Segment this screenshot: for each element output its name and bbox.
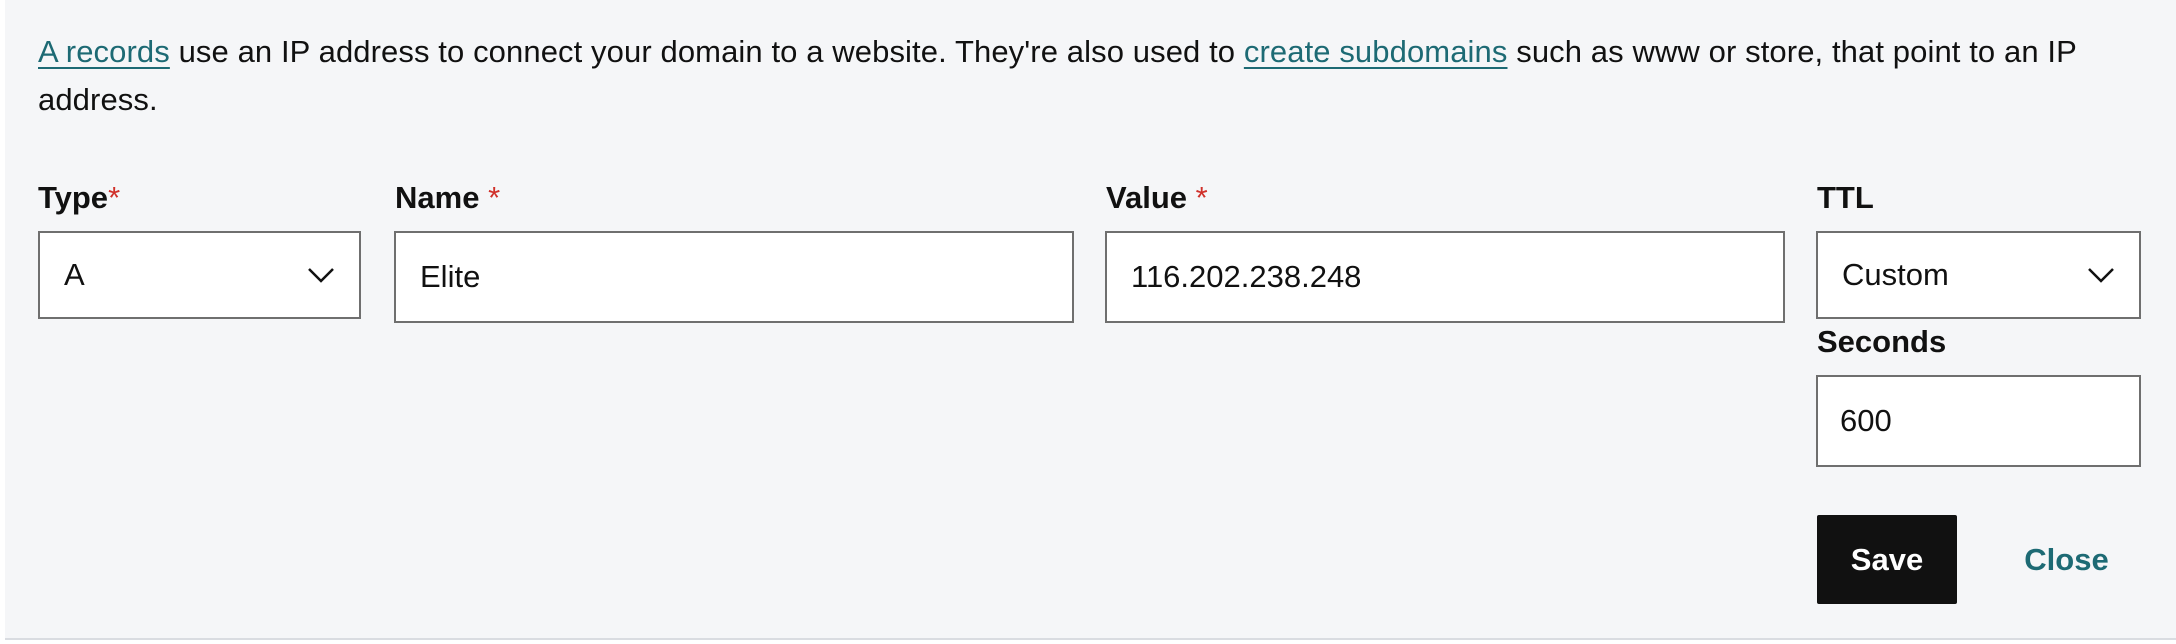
value-label: Value * (1106, 178, 1208, 218)
name-label-text: Name (395, 180, 480, 215)
seconds-input[interactable]: 600 (1816, 375, 2141, 467)
seconds-label: Seconds (1817, 324, 1947, 359)
close-button[interactable]: Close (2004, 515, 2129, 604)
type-required-mark: * (108, 180, 121, 215)
type-label: Type* (38, 178, 120, 218)
ttl-label: TTL (1817, 180, 1874, 215)
name-input[interactable]: Elite (394, 231, 1074, 323)
a-records-link[interactable]: A records (38, 34, 170, 69)
name-label: Name * (395, 178, 500, 218)
seconds-input-value: 600 (1840, 403, 1892, 438)
type-select-value: A (64, 257, 85, 292)
value-label-text: Value (1106, 180, 1187, 215)
save-button[interactable]: Save (1817, 515, 1957, 604)
dns-record-edit-panel: A records use an IP address to connect y… (5, 0, 2176, 640)
ttl-select[interactable]: Custom (1816, 231, 2141, 319)
chevron-down-icon (307, 267, 335, 283)
intro-text-part-1: use an IP address to connect your domain… (169, 34, 1244, 69)
type-label-text: Type (38, 180, 109, 215)
name-input-value: Elite (420, 259, 481, 294)
intro-text: A records use an IP address to connect y… (38, 28, 2148, 124)
name-required-mark: * (488, 180, 501, 215)
type-select[interactable]: A (38, 231, 361, 319)
create-subdomains-link[interactable]: create subdomains (1244, 34, 1508, 69)
ttl-select-value: Custom (1842, 257, 1949, 292)
chevron-down-icon (2087, 267, 2115, 283)
value-input[interactable]: 116.202.238.248 (1105, 231, 1785, 323)
value-required-mark: * (1195, 180, 1208, 215)
value-input-value: 116.202.238.248 (1131, 259, 1362, 294)
